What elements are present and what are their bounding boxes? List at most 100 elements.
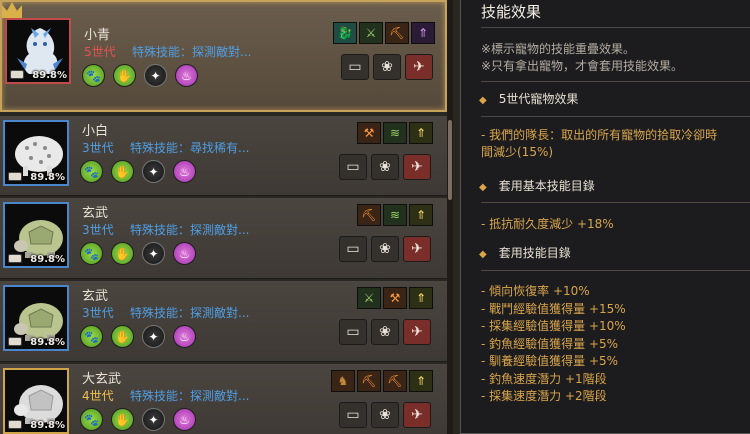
paw-growth-icon[interactable]: 🐾 [80, 160, 103, 183]
feed-bowl-icon: ▭ [346, 159, 360, 175]
potion-icon[interactable]: ♨ [173, 325, 196, 348]
pickaxe-skill-icon[interactable]: ⛏ [357, 370, 381, 392]
paw-growth-icon[interactable]: 🐾 [80, 325, 103, 348]
paw-icon: ❀ [379, 407, 391, 423]
dragon-skill-icon[interactable]: 🐉 [333, 22, 357, 44]
pet-row[interactable]: 89.8% 玄武 3世代 特殊技能：探測敵對... 🐾 ✋ ✦ ♨ ⛏ ≋ ⇑ ▭ ❀ ✈ [0, 198, 447, 279]
purple-arrow-skill-icon[interactable]: ⇑ [411, 22, 435, 44]
pet-row[interactable]: 89.8% 玄武 3世代 特殊技能：探測敵對... 🐾 ✋ ✦ ♨ ⚔ ⚒ ⇑ ▭ ❀ ✈ [0, 281, 447, 362]
pet-generation: 3世代 [82, 306, 114, 320]
potion-icon[interactable]: ♨ [173, 160, 196, 183]
release-icon: ✈ [411, 159, 423, 175]
divider [481, 81, 750, 82]
paw-speed-icon[interactable]: ✋ [111, 160, 134, 183]
sword-skill-icon[interactable]: ⚔ [359, 22, 383, 44]
paw-growth-icon[interactable]: 🐾 [80, 408, 103, 431]
release-button[interactable]: ✈ [403, 402, 431, 428]
pet-button[interactable]: ❀ [373, 54, 401, 80]
section-heading: ◆ 套用技能目錄 [479, 244, 571, 261]
wing-skill-icon[interactable]: ≋ [383, 204, 407, 226]
feed-button[interactable]: ▭ [339, 402, 367, 428]
pet-row[interactable]: 89.8% 小白 3世代 特殊技能：尋找稀有... 🐾 ✋ ✦ ♨ ⚒ ≋ ⇑ ▭ ❀ ✈ [0, 116, 447, 196]
pet-ratio: 89.8% [30, 254, 65, 265]
potion-icon[interactable]: ♨ [173, 242, 196, 265]
paw-speed-icon[interactable]: ✋ [111, 408, 134, 431]
arrow-skill-icon[interactable]: ⇑ [409, 204, 433, 226]
paw-growth-icon[interactable]: 🐾 [82, 64, 105, 87]
pet-list-scrollbar[interactable] [447, 0, 453, 434]
axe-skill-icon[interactable]: ⚒ [383, 287, 407, 309]
pet-special-skill: 特殊技能：探測敵對... [130, 306, 250, 320]
paw-growth-icon[interactable]: 🐾 [80, 242, 103, 265]
pet-button[interactable]: ❀ [371, 236, 399, 262]
paw-icon: ❀ [379, 241, 391, 257]
sword-skill-icon[interactable]: ⚔ [357, 287, 381, 309]
paw-icon: ❀ [379, 159, 391, 175]
pet-name: 小青 [84, 28, 111, 43]
arrow-skill-icon[interactable]: ⇑ [409, 370, 433, 392]
paw-speed-icon[interactable]: ✋ [111, 325, 134, 348]
pet-name: 玄武 [82, 206, 109, 221]
tooltip-title: 技能效果 [481, 3, 542, 21]
feed-bowl-icon: ▭ [348, 59, 362, 75]
arrow-skill-icon[interactable]: ⇑ [409, 122, 433, 144]
pet-button[interactable]: ❀ [371, 154, 399, 180]
pet-list: 89.8% 小青 5世代 特殊技能：探測敵對... 🐾 ✋ ✦ ♨ 🐉 ⚔ ⛏ ⇑ ▭ ❀ ✈ 89.8%… [0, 0, 452, 434]
diamond-icon: ◆ [479, 249, 487, 260]
release-button[interactable]: ✈ [403, 154, 431, 180]
potion-icon[interactable]: ♨ [175, 64, 198, 87]
effect-line: 間減少(15%) [481, 145, 554, 159]
pet-button[interactable]: ❀ [371, 402, 399, 428]
pet-row[interactable]: 89.8% 大玄武 4世代 特殊技能：探測敵對... 🐾 ✋ ✦ ♨ ♞ ⛏ ⛏ ⇑ ▭ ❀ ✈ [0, 364, 447, 434]
feed-button[interactable]: ▭ [339, 319, 367, 345]
pet-row[interactable]: 89.8% 小青 5世代 特殊技能：探測敵對... 🐾 ✋ ✦ ♨ 🐉 ⚔ ⛏ ⇑ ▭ ❀ ✈ [0, 0, 447, 112]
section-heading: ◆ 套用基本技能目錄 [479, 177, 595, 194]
feed-button[interactable]: ▭ [339, 236, 367, 262]
feed-button[interactable]: ▭ [341, 54, 369, 80]
pet-special-skill: 特殊技能：尋找稀有... [130, 141, 250, 155]
pet-portrait[interactable]: 89.8% [3, 120, 69, 186]
pet-portrait[interactable]: 89.8% [3, 368, 69, 434]
crown-icon [2, 2, 22, 18]
pickaxe-skill-icon[interactable]: ⛏ [357, 204, 381, 226]
pet-portrait[interactable]: 89.8% [5, 18, 71, 84]
paw-icon: ❀ [381, 59, 393, 75]
release-button[interactable]: ✈ [403, 319, 431, 345]
pet-button[interactable]: ❀ [371, 319, 399, 345]
ratio-icon [8, 420, 22, 429]
effect-line: - 傾向恢復率 +10% [481, 284, 590, 298]
paw-speed-icon[interactable]: ✋ [111, 242, 134, 265]
paw-speed-icon[interactable]: ✋ [113, 64, 136, 87]
effect-line: - 抵抗耐久度減少 +18% [481, 217, 614, 231]
pet-generation: 3世代 [82, 141, 114, 155]
compass-icon[interactable]: ✦ [142, 160, 165, 183]
pickaxe-skill-icon[interactable]: ⛏ [383, 370, 407, 392]
pet-generation: 4世代 [82, 389, 114, 403]
effect-line: - 釣魚經驗值獲得量 +5% [481, 336, 619, 351]
pickaxe-skill-icon[interactable]: ⛏ [385, 22, 409, 44]
diamond-icon: ◆ [479, 182, 487, 193]
section-heading: ◆ 5世代寵物效果 [479, 90, 578, 107]
compass-icon[interactable]: ✦ [142, 408, 165, 431]
axe-skill-icon[interactable]: ⚒ [357, 122, 381, 144]
pet-portrait[interactable]: 89.8% [3, 285, 69, 351]
release-button[interactable]: ✈ [405, 54, 433, 80]
pet-ratio: 89.8% [30, 172, 65, 183]
horse-skill-icon[interactable]: ♞ [331, 370, 355, 392]
section-heading-label: 套用技能目錄 [498, 246, 571, 260]
feed-bowl-icon: ▭ [346, 324, 360, 340]
feed-bowl-icon: ▭ [346, 241, 360, 257]
paw-icon: ❀ [379, 324, 391, 340]
wing-skill-icon[interactable]: ≋ [383, 122, 407, 144]
scrollbar-thumb[interactable] [448, 120, 452, 200]
arrow-skill-icon[interactable]: ⇑ [409, 287, 433, 309]
release-button[interactable]: ✈ [403, 236, 431, 262]
compass-icon[interactable]: ✦ [142, 242, 165, 265]
compass-icon[interactable]: ✦ [144, 64, 167, 87]
pet-portrait[interactable]: 89.8% [3, 202, 69, 268]
effect-line: - 採集速度潛力 +2階段 [481, 389, 607, 403]
feed-button[interactable]: ▭ [339, 154, 367, 180]
compass-icon[interactable]: ✦ [142, 325, 165, 348]
potion-icon[interactable]: ♨ [173, 408, 196, 431]
pet-generation: 3世代 [82, 223, 114, 237]
